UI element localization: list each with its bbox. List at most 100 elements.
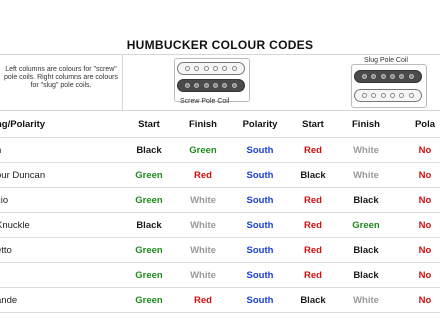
slug-polarity-cell: No — [394, 162, 440, 188]
screw-start-cell: Green — [124, 262, 174, 288]
col-header-name: ng/Polarity — [0, 111, 124, 138]
screw-start-cell: Green — [124, 187, 174, 213]
pole-icon — [222, 83, 228, 88]
manufacturer-name-cell: etto — [0, 237, 124, 263]
table-row: andeGreenRedSouthBlackWhiteNo — [0, 287, 440, 313]
pole-icon — [362, 74, 368, 79]
header-top-rule — [0, 54, 440, 55]
screw-start-cell: Green — [124, 287, 174, 313]
screw-finish-cell: White — [174, 237, 232, 263]
pole-icon — [222, 66, 228, 71]
col-header-slug-finish: Finish — [338, 111, 394, 138]
table-row: nBlackGreenSouthRedWhiteNo — [0, 137, 440, 163]
screw-polarity-cell: South — [232, 262, 288, 288]
coil-note: Left columns are colours for "screw" pol… — [4, 66, 118, 89]
slug-start-cell: Red — [288, 237, 338, 263]
manufacturer-name-cell: zio — [0, 187, 124, 213]
pole-icon — [408, 93, 414, 98]
slug-polarity-cell: No — [394, 237, 440, 263]
pole-icon — [194, 66, 200, 71]
screw-finish-cell: Green — [174, 137, 232, 163]
pole-icon — [203, 66, 209, 71]
pole-icon — [380, 93, 386, 98]
screw-start-cell: Black — [124, 212, 174, 238]
screw-finish-cell: White — [174, 262, 232, 288]
pole-icon — [194, 83, 200, 88]
manufacturer-name-cell: ande — [0, 287, 124, 313]
slug-polarity-cell: No — [394, 187, 440, 213]
manufacturer-name-cell: n — [0, 137, 124, 163]
slug-start-cell: Black — [288, 287, 338, 313]
pole-icon — [390, 93, 396, 98]
col-header-screw-finish: Finish — [174, 111, 232, 138]
screw-start-cell: Green — [124, 162, 174, 188]
pole-icon — [371, 93, 377, 98]
slug-finish-cell: Black — [338, 187, 394, 213]
pole-icon — [231, 83, 237, 88]
screw-finish-cell: Red — [174, 162, 232, 188]
slug-start-cell: Red — [288, 262, 338, 288]
table-row: KnuckleBlackWhiteSouthRedGreenNo — [0, 212, 440, 238]
slug-polarity-cell: No — [394, 287, 440, 313]
col-header-slug-polarity: Pola — [394, 111, 440, 138]
slug-start-cell: Red — [288, 137, 338, 163]
screw-coil-white — [177, 62, 245, 75]
col-header-slug-start: Start — [288, 111, 338, 138]
slug-start-cell: Black — [288, 162, 338, 188]
pole-icon — [371, 74, 377, 79]
pole-icon — [185, 66, 191, 71]
screw-finish-cell: Red — [174, 287, 232, 313]
slug-finish-cell: White — [338, 162, 394, 188]
manufacturer-name-cell: Knuckle — [0, 212, 124, 238]
screw-coil-label: Screw Pole Coil — [180, 98, 230, 105]
screw-polarity-cell: South — [232, 162, 288, 188]
screw-polarity-cell: South — [232, 137, 288, 163]
pole-icon — [390, 74, 396, 79]
table-row: Green White South Red Black No — [0, 262, 440, 288]
pole-icon — [213, 66, 219, 71]
pole-icon — [380, 74, 386, 79]
screw-start-cell: Black — [124, 137, 174, 163]
table-row: our Duncan Green Red South Black White No — [0, 162, 440, 188]
slug-finish-cell: White — [338, 137, 394, 163]
slug-finish-cell: Black — [338, 262, 394, 288]
slug-coil-dark — [354, 70, 422, 83]
pole-icon — [231, 66, 237, 71]
table-row: ettoGreenWhiteSouthRedBlackNo — [0, 237, 440, 263]
col-header-screw-polarity: Polarity — [232, 111, 288, 138]
page-title: HUMBUCKER COLOUR CODES — [126, 38, 314, 52]
slug-finish-cell: White — [338, 287, 394, 313]
screw-coil-dark — [177, 79, 245, 92]
manufacturer-name-cell — [0, 262, 124, 288]
pole-icon — [399, 74, 405, 79]
slug-start-cell: Red — [288, 187, 338, 213]
screw-start-cell: Green — [124, 237, 174, 263]
pole-icon — [203, 83, 209, 88]
screw-polarity-cell: South — [232, 287, 288, 313]
pole-icon — [213, 83, 219, 88]
colour-code-page: HUMBUCKER COLOUR CODES Left columns are … — [0, 0, 440, 330]
screw-finish-cell: White — [174, 187, 232, 213]
table-header-row: ng/Polarity Start Finish Polarity Start … — [0, 111, 440, 138]
slug-start-cell: Red — [288, 212, 338, 238]
screw-polarity-cell: South — [232, 212, 288, 238]
slug-coil-white — [354, 89, 422, 102]
pole-icon — [408, 74, 414, 79]
slug-polarity-cell: No — [394, 137, 440, 163]
slug-coil-label: Slug Pole Coil — [364, 57, 408, 64]
screw-polarity-cell: South — [232, 237, 288, 263]
col-header-screw-start: Start — [124, 111, 174, 138]
header-divider — [122, 54, 123, 110]
slug-finish-cell: Black — [338, 237, 394, 263]
pole-icon — [399, 93, 405, 98]
colour-code-table: ng/Polarity Start Finish Polarity Start … — [0, 111, 440, 313]
slug-polarity-cell: No — [394, 212, 440, 238]
screw-finish-cell: White — [174, 212, 232, 238]
slug-finish-cell: Green — [338, 212, 394, 238]
slug-polarity-cell: No — [394, 262, 440, 288]
table-row: zioGreenWhiteSouthRedBlackNo — [0, 187, 440, 213]
screw-polarity-cell: South — [232, 187, 288, 213]
manufacturer-name-cell: our Duncan — [0, 162, 124, 188]
pole-icon — [185, 83, 191, 88]
pole-icon — [362, 93, 368, 98]
